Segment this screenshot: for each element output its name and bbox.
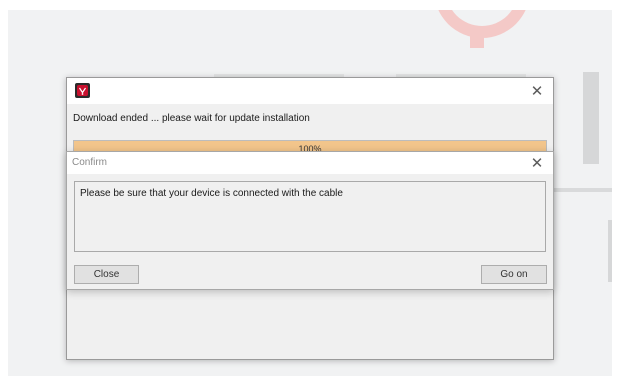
message-box: Please be sure that your device is conne… bbox=[74, 181, 546, 252]
watermark-shape bbox=[583, 72, 599, 164]
app-logo-icon bbox=[75, 83, 90, 98]
watermark-shape bbox=[608, 220, 612, 282]
close-icon[interactable]: ✕ bbox=[529, 83, 545, 99]
watermark-shape bbox=[470, 30, 484, 48]
update-status-message: Download ended ... please wait for updat… bbox=[73, 113, 310, 124]
dialog-title: Confirm bbox=[72, 157, 108, 168]
close-icon[interactable]: ✕ bbox=[529, 155, 545, 171]
close-button[interactable]: Close bbox=[74, 265, 139, 284]
confirm-dialog: Confirm ✕ Please be sure that your devic… bbox=[66, 151, 554, 290]
confirm-dialog-titlebar[interactable]: Confirm ✕ bbox=[67, 152, 553, 174]
confirm-message: Please be sure that your device is conne… bbox=[80, 188, 343, 199]
update-window-titlebar[interactable]: ✕ bbox=[67, 78, 553, 104]
go-on-button[interactable]: Go on bbox=[481, 265, 547, 284]
watermark-shape bbox=[551, 188, 612, 192]
